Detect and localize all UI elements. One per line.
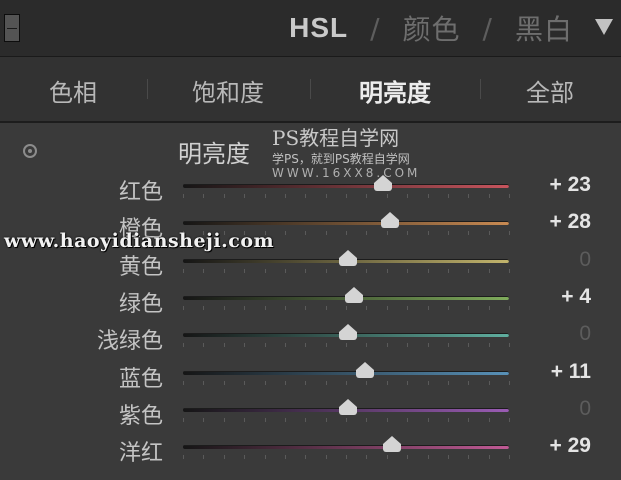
tab-all[interactable]: 全部 — [526, 73, 574, 108]
targeted-adjustment-icon[interactable] — [23, 144, 37, 158]
slider-ticks — [183, 417, 510, 422]
bw-mode-link[interactable]: 黑白 — [515, 8, 573, 48]
slider-label: 洋红 — [118, 441, 163, 467]
slider-row-purple: 紫色 0 — [0, 396, 621, 429]
slider-ticks — [183, 194, 510, 198]
watermark-site: www.haoyidiansheji.com — [4, 230, 275, 252]
slider-row-blue: 蓝色 + 11 — [0, 359, 621, 392]
slider-row-aqua: 浅绿色 0 — [0, 321, 621, 354]
slider-label: 浅绿色 — [96, 329, 163, 355]
slider-value[interactable]: + 11 — [551, 360, 591, 384]
slider-value[interactable]: 0 — [579, 397, 591, 421]
watermark-url: WWW.16XX8.COM — [272, 166, 421, 180]
slider-row-magenta: 洋红 + 29 — [0, 433, 621, 466]
slider-track[interactable] — [183, 370, 509, 375]
slider-value[interactable]: + 23 — [550, 173, 591, 197]
slider-value[interactable]: 0 — [579, 322, 591, 346]
slider-row-green: 绿色 + 4 — [0, 284, 621, 317]
slider-ticks — [183, 380, 510, 385]
watermark-subtitle: 学PS，就到PS教程自学网 — [272, 152, 410, 166]
menu-separator: / — [482, 11, 493, 45]
panel-header: HSL / 颜色 / 黑白 — [0, 0, 621, 57]
slider-value[interactable]: + 4 — [561, 285, 591, 309]
slider-ticks — [183, 455, 510, 460]
panel-mode-menu: HSL / 颜色 / 黑白 — [289, 0, 573, 56]
slider-label: 黄色 — [118, 254, 163, 280]
slider-label: 紫色 — [118, 403, 163, 429]
tab-divider — [480, 79, 481, 99]
tab-saturation[interactable]: 饱和度 — [192, 73, 264, 108]
menu-separator: / — [370, 11, 381, 45]
triangle-down-icon[interactable] — [595, 19, 613, 35]
hsl-tab-bar: 色相 饱和度 明亮度 全部 — [0, 57, 621, 123]
slider-track[interactable] — [183, 445, 509, 450]
slider-track[interactable] — [183, 221, 509, 226]
slider-ticks — [183, 343, 510, 348]
tab-divider — [147, 79, 148, 99]
section-title: 明亮度 — [178, 140, 250, 168]
tab-hue[interactable]: 色相 — [49, 73, 97, 108]
tab-luminance[interactable]: 明亮度 — [359, 73, 431, 108]
watermark-title: PS教程自学网 — [272, 126, 400, 150]
color-mode-link[interactable]: 颜色 — [403, 8, 461, 48]
slider-label: 红色 — [118, 180, 163, 205]
slider-value[interactable]: + 28 — [550, 210, 591, 234]
slider-track[interactable] — [183, 184, 509, 188]
slider-label: 绿色 — [118, 291, 163, 317]
tab-divider — [310, 79, 311, 99]
slider-value[interactable]: 0 — [579, 248, 591, 272]
slider-label: 蓝色 — [118, 366, 163, 392]
hsl-mode-link[interactable]: HSL — [289, 12, 348, 44]
panel-toggle-icon[interactable] — [4, 14, 20, 42]
slider-ticks — [183, 305, 510, 310]
slider-value[interactable]: + 29 — [550, 434, 591, 458]
slider-ticks — [183, 268, 510, 273]
